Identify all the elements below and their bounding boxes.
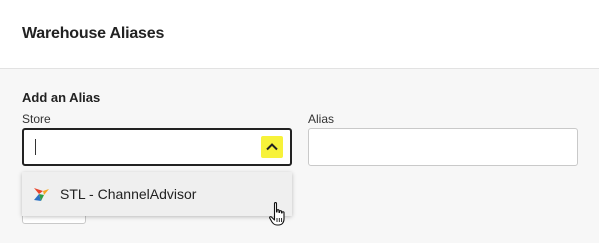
page-title: Warehouse Aliases [22, 25, 165, 42]
channeladvisor-logo-icon [34, 188, 49, 201]
store-dropdown-menu: STL - ChannelAdvisor [22, 172, 292, 216]
chevron-up-glyph [266, 143, 278, 151]
alias-input[interactable] [308, 128, 578, 166]
hand-pointer-cursor-icon [269, 202, 285, 226]
dropdown-option-stl-channeladvisor[interactable]: STL - ChannelAdvisor [22, 172, 292, 216]
dropdown-option-label: STL - ChannelAdvisor [60, 186, 197, 202]
page-header: Warehouse Aliases [0, 0, 599, 69]
section-title: Add an Alias [22, 90, 101, 105]
store-label: Store [22, 112, 51, 126]
text-caret [35, 139, 36, 155]
store-select[interactable] [22, 128, 292, 166]
alias-label: Alias [308, 112, 335, 126]
chevron-up-icon[interactable] [261, 136, 283, 158]
